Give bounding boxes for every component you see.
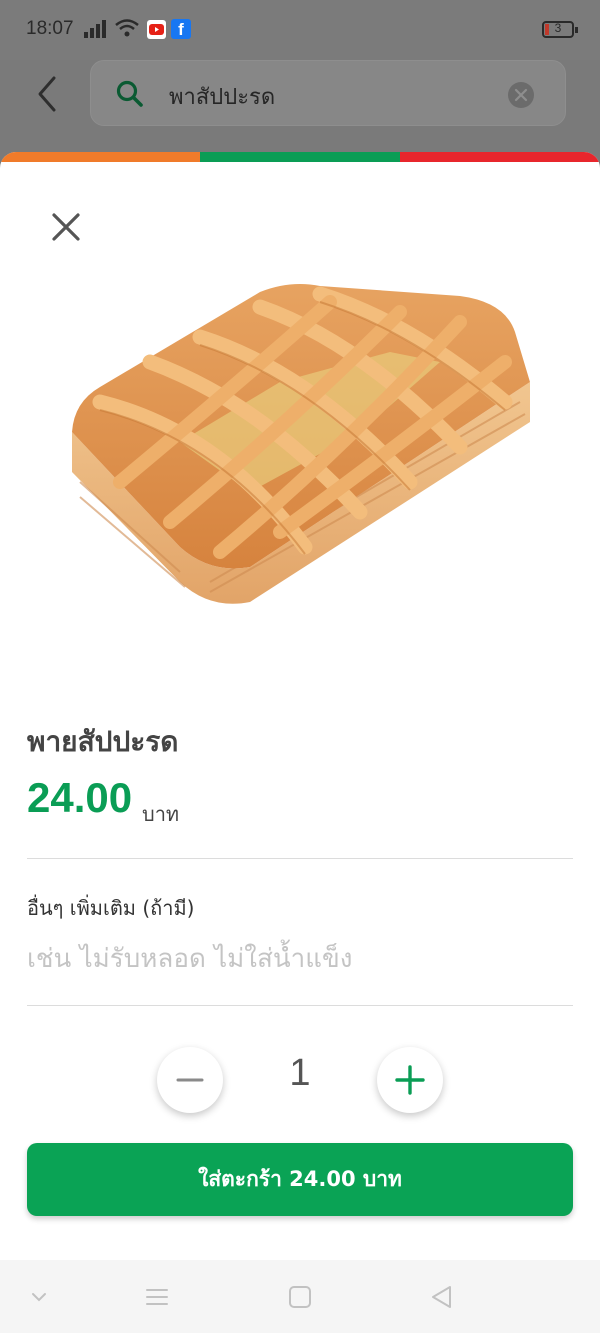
signal-icon [84, 20, 106, 38]
product-image [72, 284, 530, 604]
battery-icon: 3 [542, 21, 578, 38]
search-query[interactable]: พาสัปปะรด [169, 79, 275, 114]
notes-input[interactable] [27, 937, 573, 981]
nav-home-icon[interactable] [287, 1284, 313, 1310]
back-arrow-icon[interactable] [30, 72, 66, 116]
product-sheet: พายสัปปะรด 24.00 บาท อื่นๆ เพิ่มเติม (ถ้… [0, 152, 600, 1260]
search-bar[interactable]: พาสัปปะรด [90, 60, 566, 126]
product-price: 24.00 [27, 774, 133, 821]
status-time: 18:07 [26, 18, 74, 39]
nav-back-icon[interactable] [429, 1284, 455, 1310]
system-nav-bar [0, 1260, 600, 1333]
nav-down-icon[interactable] [26, 1284, 52, 1310]
quantity-value: 1 [289, 1052, 311, 1094]
minus-icon [176, 1078, 204, 1082]
plus-icon [395, 1065, 425, 1095]
clear-icon[interactable] [507, 81, 535, 109]
increase-quantity-button[interactable] [377, 1047, 443, 1113]
status-bar: 18:07 f 3 [0, 0, 600, 60]
wifi-icon [115, 19, 139, 37]
brand-stripe-orange [0, 152, 200, 162]
nav-menu-icon[interactable] [144, 1284, 170, 1310]
facebook-icon: f [171, 19, 191, 39]
youtube-icon [147, 20, 166, 39]
decrease-quantity-button[interactable] [157, 1047, 223, 1113]
search-icon [116, 80, 143, 107]
brand-stripe-green [200, 152, 400, 162]
close-icon[interactable] [46, 207, 86, 247]
add-to-cart-button[interactable]: ใส่ตะกร้า 24.00 บาท [27, 1143, 573, 1216]
price-currency: บาท [142, 802, 180, 826]
divider [27, 1005, 573, 1006]
battery-level: 3 [554, 21, 562, 35]
product-name: พายสัปปะรด [27, 725, 179, 758]
notes-label: อื่นๆ เพิ่มเติม (ถ้ามี) [27, 896, 195, 920]
brand-stripe-red [400, 152, 600, 162]
divider [27, 858, 573, 859]
